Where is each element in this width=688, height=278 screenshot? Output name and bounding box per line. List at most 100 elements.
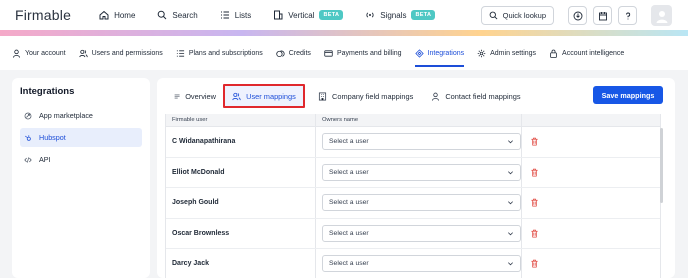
save-mappings-button[interactable]: Save mappings — [593, 86, 663, 104]
tab-label: Your account — [25, 49, 66, 57]
main-panel: Overview User mappings Company field map… — [157, 78, 675, 278]
column-header-firmable-user: Firmable user — [166, 113, 316, 127]
nav-search-label: Search — [172, 10, 198, 20]
credits-icon — [276, 50, 285, 57]
tab-label: Admin settings — [490, 49, 537, 57]
trash-icon[interactable] — [530, 198, 539, 207]
nav-signals[interactable]: Signals BETA — [365, 10, 436, 20]
list-icon — [220, 11, 229, 19]
nav-lists[interactable]: Lists — [220, 10, 251, 20]
tab-label: Users and permissions — [91, 49, 163, 57]
delete-cell — [522, 259, 539, 268]
tab-admin-settings[interactable]: Admin settings — [477, 36, 536, 70]
building-icon — [318, 91, 327, 101]
overview-icon — [174, 94, 180, 98]
table-row: C Widanapathirana Select a user — [166, 127, 660, 158]
sidebar-item-app-marketplace[interactable]: App marketplace — [20, 106, 142, 125]
history-button[interactable] — [568, 6, 587, 25]
owner-select[interactable]: Select a user — [322, 163, 521, 181]
chevron-down-icon — [508, 171, 513, 175]
calendar-button[interactable] — [593, 6, 612, 25]
tab-company-field-mappings[interactable]: Company field mappings — [313, 84, 418, 108]
quick-lookup-button[interactable]: Quick lookup — [480, 6, 554, 25]
firmable-user-name: Darcy Jack — [166, 249, 316, 278]
home-icon — [99, 10, 109, 20]
card-icon — [324, 49, 333, 57]
tab-label: Overview — [185, 91, 216, 101]
owner-select-value: Select a user — [329, 168, 369, 176]
owner-cell: Select a user — [316, 188, 522, 218]
owner-cell: Select a user — [316, 157, 522, 187]
marketplace-icon — [24, 112, 32, 119]
nav-vertical-label: Vertical — [288, 10, 315, 20]
tab-plans-subscriptions[interactable]: Plans and subscriptions — [176, 36, 263, 70]
firmable-user-name: Oscar Brownless — [166, 218, 316, 248]
tab-contact-field-mappings[interactable]: Contact field mappings — [426, 84, 525, 108]
list-icon — [176, 49, 184, 57]
firmable-user-name: Joseph Gould — [166, 188, 316, 218]
tab-label: Plans and subscriptions — [188, 49, 263, 57]
hubspot-icon — [24, 134, 31, 141]
tab-integrations[interactable]: Integrations — [414, 36, 465, 70]
owner-select[interactable]: Select a user — [322, 224, 521, 242]
top-bar: Firmable Home Search Lists Vertical BETA… — [0, 0, 688, 30]
calendar-icon — [598, 11, 607, 20]
tab-label: Contact field mappings — [445, 91, 521, 101]
delete-cell — [522, 137, 539, 146]
tab-account-intelligence[interactable]: Account intelligence — [549, 36, 624, 70]
tab-credits[interactable]: Credits — [276, 36, 311, 70]
tab-label: User mappings — [246, 91, 296, 101]
search-icon — [158, 10, 167, 20]
nav-home[interactable]: Home — [99, 10, 135, 20]
table-header: Firmable user Owners name — [166, 113, 660, 127]
integrations-sidebar: Integrations App marketplace Hubspot API — [12, 78, 150, 278]
trash-icon[interactable] — [530, 229, 539, 238]
tab-label: Integrations — [427, 49, 465, 57]
chevron-down-icon — [508, 201, 513, 205]
sidebar-item-api[interactable]: API — [20, 150, 142, 169]
table-scrollbar[interactable] — [660, 128, 663, 203]
integrations-icon — [414, 48, 424, 58]
nav-signals-label: Signals — [380, 10, 407, 20]
owner-select[interactable]: Select a user — [322, 133, 521, 151]
tab-users-permissions[interactable]: Users and permissions — [78, 36, 163, 70]
tab-user-mappings[interactable]: User mappings — [223, 84, 305, 108]
user-icon — [12, 49, 21, 58]
top-actions: Quick lookup — [480, 5, 672, 26]
main-nav: Home Search Lists Vertical BETA Signals … — [99, 10, 436, 20]
table-row: Joseph Gould Select a user — [166, 188, 660, 219]
chevron-down-icon — [508, 140, 513, 144]
help-icon — [625, 12, 630, 19]
user-icon — [432, 92, 440, 101]
owner-select[interactable]: Select a user — [322, 255, 521, 273]
owner-select[interactable]: Select a user — [322, 194, 521, 212]
nav-search[interactable]: Search — [157, 10, 198, 20]
trash-icon[interactable] — [530, 137, 539, 146]
tab-label: Payments and billing — [336, 49, 402, 57]
trash-icon[interactable] — [530, 259, 539, 268]
owner-cell: Select a user — [316, 127, 522, 157]
app-logo[interactable]: Firmable — [15, 7, 71, 23]
sidebar-item-label: App marketplace — [39, 111, 93, 120]
mapping-tabs: Overview User mappings Company field map… — [169, 84, 526, 108]
tab-overview[interactable]: Overview — [169, 84, 221, 108]
avatar[interactable] — [651, 5, 672, 26]
tab-your-account[interactable]: Your account — [12, 36, 66, 70]
delete-cell — [522, 229, 539, 238]
owner-cell: Select a user — [316, 249, 522, 278]
search-icon — [489, 11, 498, 20]
building-icon — [274, 10, 283, 20]
user-mapping-table: Firmable user Owners name C Widanapathir… — [165, 113, 661, 278]
table-row: Elliot McDonald Select a user — [166, 157, 660, 188]
delete-cell — [522, 198, 539, 207]
nav-vertical[interactable]: Vertical BETA — [273, 10, 344, 20]
tab-label: Account intelligence — [562, 49, 625, 57]
sidebar-item-hubspot[interactable]: Hubspot — [20, 128, 142, 147]
trash-icon[interactable] — [530, 168, 539, 177]
quick-lookup-label: Quick lookup — [502, 11, 546, 20]
tab-payments-billing[interactable]: Payments and billing — [324, 36, 402, 70]
owner-select-value: Select a user — [329, 138, 369, 146]
owner-select-value: Select a user — [329, 199, 369, 207]
beta-badge: BETA — [319, 10, 344, 20]
help-button[interactable] — [618, 6, 637, 25]
